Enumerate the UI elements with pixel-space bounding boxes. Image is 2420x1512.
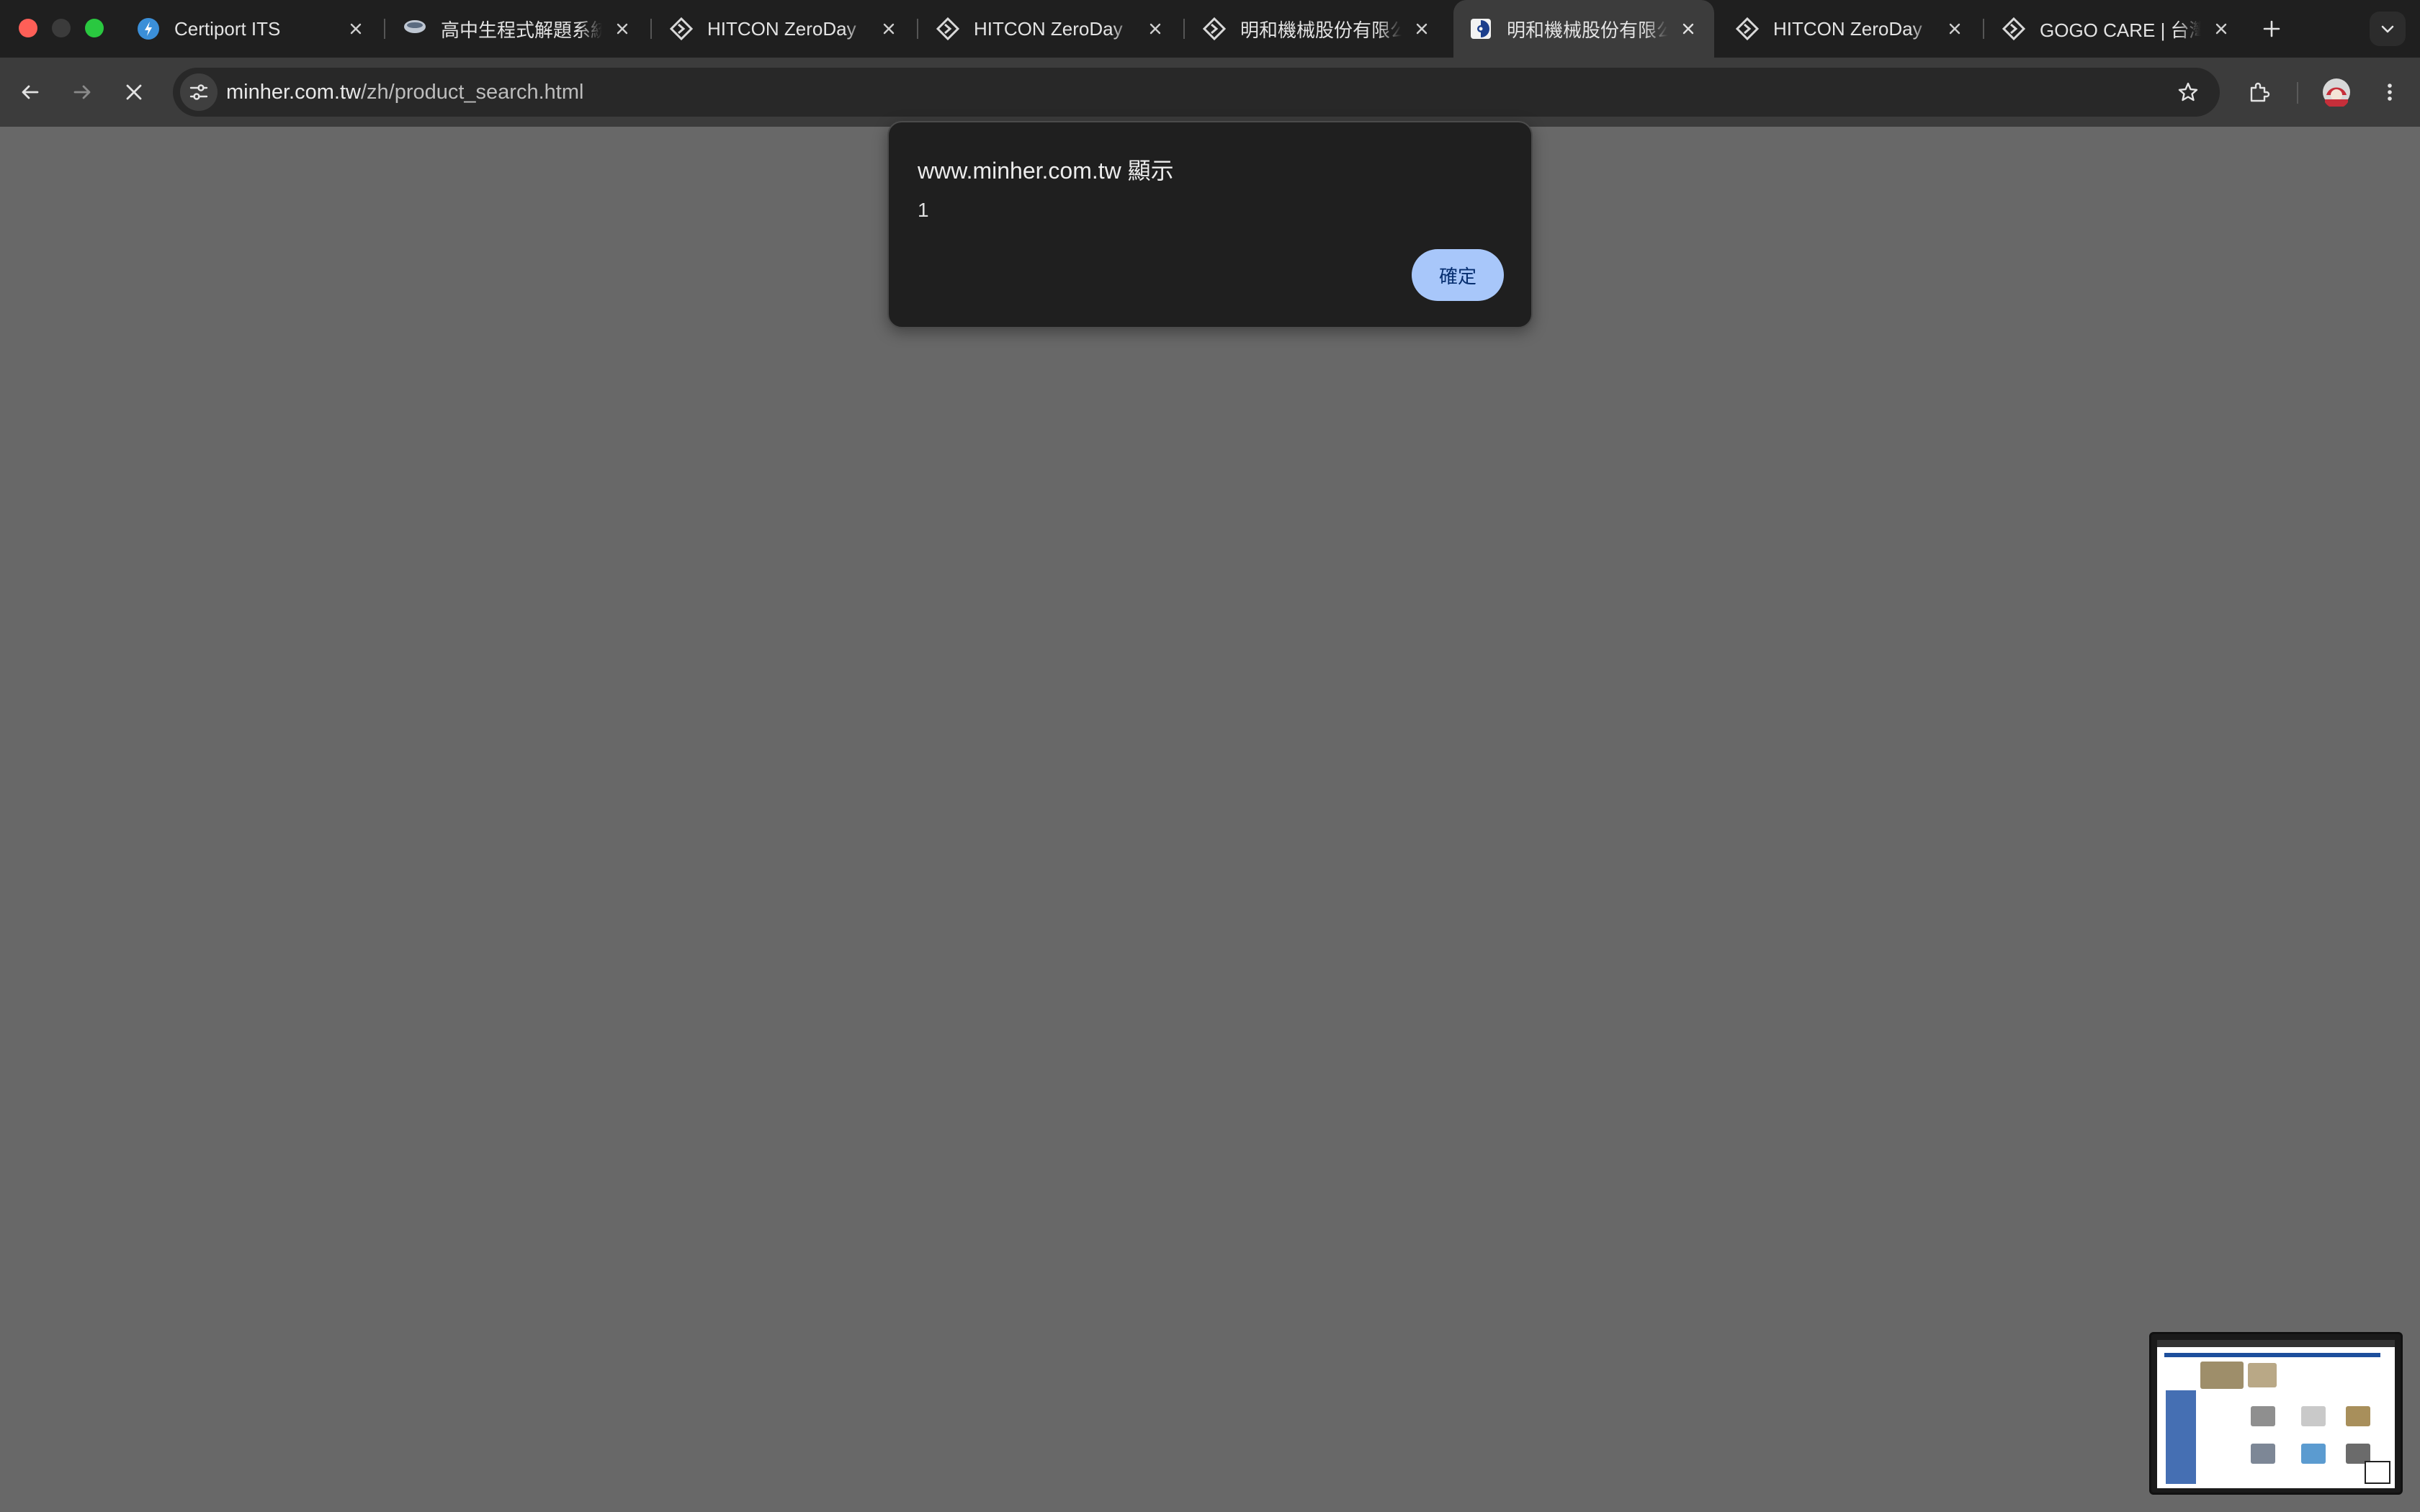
profile-button[interactable]	[2319, 75, 2354, 109]
arrow-left-icon	[22, 85, 39, 99]
url-path: /zh/product_search.html	[360, 81, 584, 104]
tab-hitcon-3[interactable]: HITCON ZeroDay	[1720, 0, 1981, 58]
more-vert-icon	[2388, 84, 2392, 101]
tab-close-icon[interactable]	[879, 19, 899, 39]
tab-separator	[1183, 19, 1185, 39]
address-bar[interactable]: minher.com.tw/zh/product_search.html	[173, 68, 2220, 117]
star-icon	[2178, 82, 2198, 102]
tab-title: HITCON ZeroDay	[1773, 17, 1922, 40]
tab-hitcon-2[interactable]: HITCON ZeroDay	[920, 0, 1181, 58]
close-icon	[126, 84, 142, 100]
tab-separator	[917, 19, 918, 39]
tab-close-icon[interactable]	[1945, 19, 1965, 39]
avatar	[2323, 78, 2350, 107]
back-button[interactable]	[13, 75, 48, 109]
bookmark-button[interactable]	[2171, 75, 2205, 109]
window-close-button[interactable]	[19, 19, 37, 37]
preview-image	[2248, 1363, 2277, 1387]
tab-zerojudge[interactable]: 高中生程式解題系統	[387, 0, 648, 58]
extensions-button[interactable]	[2241, 75, 2276, 109]
tab-separator	[650, 19, 652, 39]
preview-image	[2200, 1362, 2244, 1389]
page-preview-thumbnail[interactable]	[2149, 1332, 2403, 1495]
preview-corner-badge	[2365, 1461, 2390, 1484]
hitcon-icon	[1203, 17, 1226, 40]
preview-product	[2346, 1406, 2370, 1426]
tab-hitcon-1[interactable]: HITCON ZeroDay	[654, 0, 915, 58]
tab-title: HITCON ZeroDay	[974, 17, 1123, 40]
tab-title: GOGO CARE | 台灣銀髮	[2040, 19, 2201, 41]
window-minimize-button[interactable]	[52, 19, 71, 37]
certiport-icon	[137, 17, 160, 40]
tab-separator	[1983, 19, 1984, 39]
preview-sidebar	[2166, 1390, 2196, 1484]
preview-product	[2251, 1406, 2275, 1426]
puzzle-icon	[2250, 82, 2270, 102]
tab-minher-active[interactable]: 明和機械股份有限公司	[1453, 0, 1714, 58]
alert-dialog: www.minher.com.tw 顯示 1 確定	[887, 121, 1533, 328]
tab-separator	[384, 19, 385, 39]
tab-title: Certiport ITS	[174, 17, 281, 40]
hitcon-icon	[2002, 17, 2025, 40]
preview-product	[2301, 1406, 2326, 1426]
preview-topbar	[2157, 1340, 2395, 1347]
url-host: minher.com.tw	[226, 81, 361, 104]
preview-product	[2301, 1444, 2326, 1464]
site-info-button[interactable]	[180, 73, 218, 111]
stop-loading-button[interactable]	[117, 75, 151, 109]
dialog-title: www.minher.com.tw 顯示	[918, 158, 1174, 184]
plus-icon	[2263, 20, 2280, 37]
tab-close-icon[interactable]	[1412, 19, 1432, 39]
chevron-down-icon	[2381, 25, 2394, 33]
url-text[interactable]: minher.com.tw/zh/product_search.html	[226, 68, 583, 117]
dialog-message: 1	[918, 199, 929, 221]
forward-button[interactable]	[65, 75, 99, 109]
tab-close-icon[interactable]	[1145, 19, 1165, 39]
tab-title: 高中生程式解題系統	[441, 19, 602, 41]
tab-title: 明和機械股份有限公司	[1507, 19, 1668, 41]
hitcon-icon	[1736, 17, 1759, 40]
hitcon-icon	[936, 17, 959, 40]
preview-header	[2164, 1353, 2380, 1357]
tab-close-icon[interactable]	[612, 19, 632, 39]
preview-page	[2157, 1340, 2395, 1488]
tab-certiport[interactable]: Certiport ITS	[121, 0, 382, 58]
browser-menu-button[interactable]	[2372, 75, 2407, 109]
tab-title: 明和機械股份有限公司	[1240, 19, 1402, 41]
minher-icon	[1469, 17, 1492, 40]
tab-close-icon[interactable]	[1678, 19, 1698, 39]
tab-close-icon[interactable]	[2211, 19, 2231, 39]
tab-strip: Certiport ITS 高中生程式解題系統 HITCON ZeroDay H…	[0, 0, 2420, 58]
ok-button[interactable]: 確定	[1412, 249, 1504, 301]
hitcon-icon	[670, 17, 693, 40]
preview-product	[2251, 1444, 2275, 1464]
zerojudge-icon	[403, 17, 426, 40]
tab-minher-1[interactable]: 明和機械股份有限公司	[1187, 0, 1448, 58]
toolbar-divider	[2297, 82, 2298, 104]
window-zoom-button[interactable]	[85, 19, 104, 37]
browser-toolbar: minher.com.tw/zh/product_search.html	[0, 58, 2420, 127]
arrow-right-icon	[73, 85, 91, 99]
page-content-area	[0, 127, 2420, 1512]
new-tab-button[interactable]	[2259, 16, 2285, 42]
tab-close-icon[interactable]	[346, 19, 366, 39]
tab-title: HITCON ZeroDay	[707, 17, 856, 40]
tab-search-button[interactable]	[2370, 12, 2406, 46]
tune-icon	[189, 84, 208, 100]
tab-gogocare[interactable]: GOGO CARE | 台灣銀髮	[1986, 0, 2247, 58]
